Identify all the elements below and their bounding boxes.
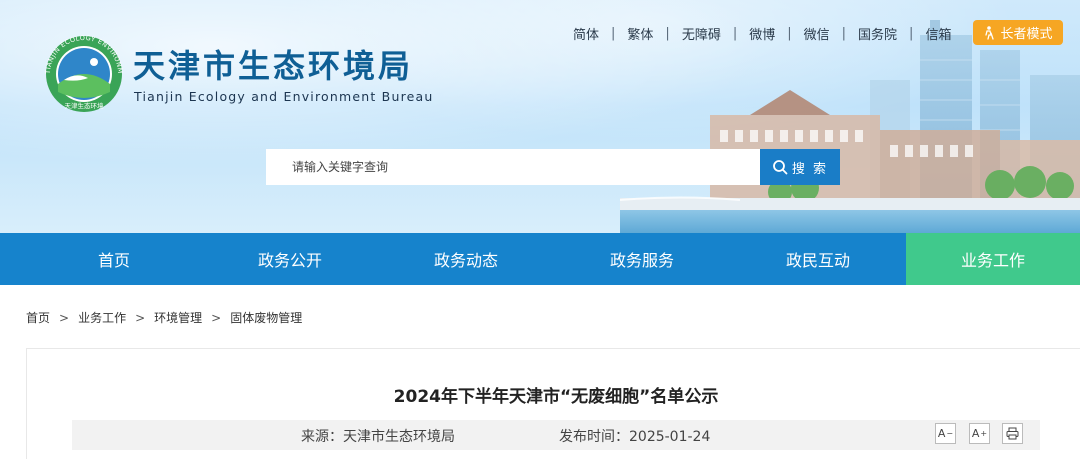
article-meta-bar: 来源：天津市生态环境局 发布时间：2025-01-24 A − A + [72,420,1040,450]
font-increase-button[interactable]: A + [969,423,990,444]
nav-business-work[interactable]: 业务工作 [906,233,1080,285]
breadcrumb-separator: > [211,310,222,325]
link-simplified[interactable]: 简体 [573,24,599,43]
nav-government-services[interactable]: 政务服务 [554,233,730,285]
font-increase-icon: A [971,427,980,440]
breadcrumb-business-work[interactable]: 业务工作 [78,309,126,326]
breadcrumb-separator: > [59,310,70,325]
site-subtitle: Tianjin Ecology and Environment Bureau [134,89,434,104]
top-links-bar: 简体 | 繁体 | 无障碍 | 微博 | 微信 | 国务院 | 信箱 [573,24,952,43]
nav-home[interactable]: 首页 [0,233,202,285]
article-source: 来源：天津市生态环境局 [301,429,455,445]
elder-mode-button[interactable]: 长者模式 [973,20,1063,45]
search-button[interactable]: 搜 索 [760,149,840,185]
link-weibo[interactable]: 微博 [749,24,775,43]
bureau-logo[interactable]: TIANJIN ECOLOGY ENVIRONMENT 天津生态环境 [38,34,130,114]
link-accessibility[interactable]: 无障碍 [682,24,721,43]
logo-bottom-text: 天津生态环境 [65,101,105,110]
font-decrease-icon: A [937,427,946,440]
nav-public-interaction[interactable]: 政民互动 [730,233,906,285]
city-skyline-illustration [620,20,1080,233]
elder-icon [985,25,995,40]
link-mailbox[interactable]: 信箱 [925,24,951,43]
breadcrumb: 首页 > 业务工作 > 环境管理 > 固体废物管理 [26,309,302,326]
font-decrease-button[interactable]: A − [935,423,956,444]
breadcrumb-environment-management[interactable]: 环境管理 [154,309,202,326]
site-header: 简体 | 繁体 | 无障碍 | 微博 | 微信 | 国务院 | 信箱 长者模式 … [0,0,1080,233]
elder-mode-label: 长者模式 [1000,27,1053,42]
site-title: 天津市生态环境局 [133,47,414,85]
search-button-label: 搜 索 [791,161,829,177]
link-wechat[interactable]: 微信 [804,24,830,43]
breadcrumb-home[interactable]: 首页 [26,309,50,326]
nav-government-news[interactable]: 政务动态 [378,233,554,285]
search-input[interactable] [266,149,760,185]
print-icon [1006,427,1019,440]
article-title: 2024年下半年天津市“无废细胞”名单公示 [393,387,719,407]
link-traditional[interactable]: 繁体 [627,24,653,43]
breadcrumb-separator: > [135,310,146,325]
article-panel: 2024年下半年天津市“无废细胞”名单公示 来源：天津市生态环境局 发布时间：2… [26,348,1080,459]
article-date: 发布时间：2025-01-24 [559,429,711,445]
search-icon [773,160,788,175]
print-button[interactable] [1002,423,1023,444]
main-nav: 首页 政务公开 政务动态 政务服务 政民互动 业务工作 [0,233,1080,285]
breadcrumb-solid-waste-management[interactable]: 固体废物管理 [230,309,302,326]
link-state-council[interactable]: 国务院 [858,24,897,43]
nav-government-affairs-disclosure[interactable]: 政务公开 [202,233,378,285]
